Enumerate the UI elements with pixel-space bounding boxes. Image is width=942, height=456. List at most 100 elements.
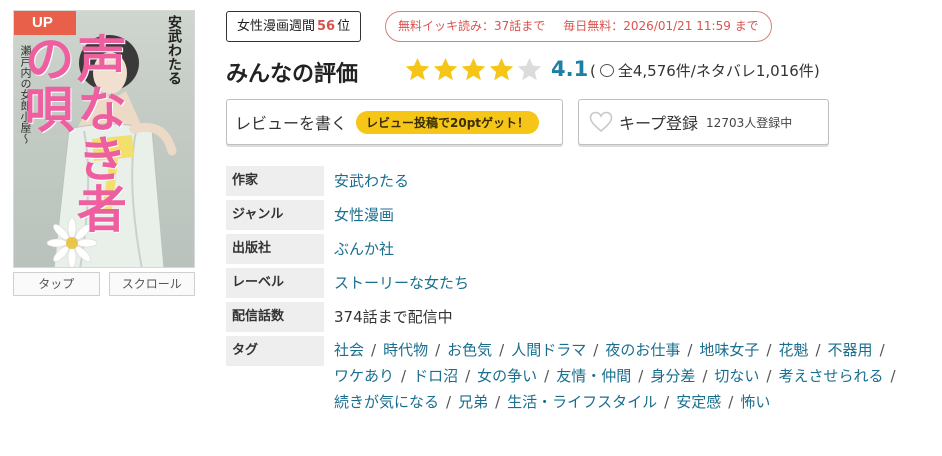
tag-item: 怖い [740, 389, 770, 415]
keep-button[interactable]: キープ登録 12703人登録中 [578, 99, 829, 145]
binge-free-text: 無料イッキ読み：37話まで [398, 19, 546, 33]
tag-item: 不器用 / [828, 337, 892, 363]
star-filled-icon [433, 58, 458, 81]
publisher-row: 出版社 ぶんか社 [226, 234, 926, 264]
tag-item: 地味女子 / [699, 337, 778, 363]
tag-separator: / [766, 367, 772, 385]
review-count-link[interactable]: ( 全4,576件/ネタバレ1,016件 ) [590, 60, 820, 81]
write-review-button[interactable]: レビューを書く レビュー投稿で20ptゲット！ [226, 99, 563, 145]
tag-link[interactable]: ワケあり [334, 367, 394, 385]
tag-item: 切ない / [714, 363, 778, 389]
tag-separator: / [728, 393, 734, 411]
tag-separator: / [499, 341, 505, 359]
tag-item: 社会 / [334, 337, 383, 363]
tag-link[interactable]: 時代物 [383, 341, 428, 359]
tag-separator: / [766, 341, 772, 359]
tag-item: 友情・仲間 / [556, 363, 650, 389]
episodes-row: 配信話数 374話まで配信中 [226, 302, 926, 332]
cover-author: 安武わたる [166, 15, 182, 85]
keep-label: キープ登録 [619, 114, 699, 133]
comic-info-table: 作家 安武わたる ジャンル 女性漫画 出版社 ぶんか社 レーベル ストーリーな女… [226, 166, 926, 419]
label-label: レーベル [226, 268, 324, 298]
tag-item: 生活・ライフスタイル / [507, 389, 676, 415]
ranking-label: 女性漫画週間 [237, 19, 316, 34]
star-filled-icon [489, 58, 514, 81]
episodes-label: 配信話数 [226, 302, 324, 332]
tag-separator: / [687, 341, 693, 359]
ranking-badge[interactable]: 女性漫画週間 56 位 [226, 11, 362, 42]
tag-item: ワケあり / [334, 363, 413, 389]
tag-separator: / [593, 341, 599, 359]
publisher-link[interactable]: ぶんか社 [334, 234, 394, 264]
tag-link[interactable]: お色気 [447, 341, 492, 359]
tag-item: 続きが気になる / [334, 389, 458, 415]
tag-link[interactable]: 怖い [740, 393, 770, 411]
keep-count: 12703人登録中 [706, 115, 793, 130]
tag-link[interactable]: ドロ沼 [413, 367, 458, 385]
tag-link[interactable]: 地味女子 [699, 341, 759, 359]
tag-link[interactable]: 社会 [334, 341, 364, 359]
tag-link[interactable]: 不器用 [828, 341, 873, 359]
tag-link[interactable]: 考えさせられる [778, 367, 883, 385]
scroll-mode-button[interactable]: スクロール [108, 272, 195, 296]
episodes-value: 374話まで配信中 [334, 308, 453, 326]
star-empty-icon [517, 58, 542, 81]
publisher-label: 出版社 [226, 234, 324, 264]
tag-item: 人間ドラマ / [511, 337, 605, 363]
speech-bubble-icon [599, 64, 614, 77]
author-label: 作家 [226, 166, 324, 196]
rating-score: 4.1 [551, 57, 589, 81]
tag-separator: / [544, 367, 550, 385]
author-row: 作家 安武わたる [226, 166, 926, 196]
tag-separator: / [371, 341, 377, 359]
tag-link[interactable]: 花魁 [778, 341, 808, 359]
tag-item: 考えさせられる / [778, 363, 902, 389]
tag-separator: / [465, 367, 471, 385]
up-badge: UP [14, 11, 76, 35]
tag-item: 兄弟 / [458, 389, 507, 415]
tag-link[interactable]: 切ない [714, 367, 759, 385]
tag-link[interactable]: 人間ドラマ [511, 341, 586, 359]
comic-cover[interactable]: UP 瀬戸内の女郎小屋〜 声なき者の唄 安武わたる [13, 10, 195, 268]
tag-item: お色気 / [447, 337, 511, 363]
write-review-label: レビューを書く [235, 114, 348, 133]
ranking-unit: 位 [337, 19, 351, 34]
tag-list: 社会 / 時代物 / お色気 / 人間ドラマ / 夜のお仕事 / 地味女子 / 花魁 / 不器用 / ワケあり /… [334, 336, 924, 415]
tag-item: 時代物 / [383, 337, 447, 363]
review-count-text: 全4,576件/ネタバレ1,016件 [617, 62, 814, 80]
tag-link[interactable]: 女の争い [477, 367, 537, 385]
tag-item: ドロ沼 / [413, 363, 477, 389]
tags-label: タグ [226, 336, 324, 366]
tag-link[interactable]: 友情・仲間 [556, 367, 631, 385]
free-reading-info: 無料イッキ読み：37話まで 毎日無料：2026/01/21 11:59 まで [385, 11, 772, 42]
tag-separator: / [879, 341, 885, 359]
genre-label: ジャンル [226, 200, 324, 230]
tag-link[interactable]: 兄弟 [458, 393, 488, 411]
ranking-number: 56 [317, 19, 336, 34]
tags-row: タグ 社会 / 時代物 / お色気 / 人間ドラマ / 夜のお仕事 / 地味女子 / 花魁 / 不器用 / ワケ… [226, 336, 926, 415]
tag-link[interactable]: 生活・ライフスタイル [507, 393, 657, 411]
author-link[interactable]: 安武わたる [334, 166, 409, 196]
tag-separator: / [815, 341, 821, 359]
tag-separator: / [890, 367, 896, 385]
label-link[interactable]: ストーリーな女たち [334, 268, 469, 298]
tag-item: 花魁 / [778, 337, 827, 363]
heart-icon [589, 111, 613, 133]
tag-item: 安定感 / [676, 389, 740, 415]
tag-link[interactable]: 続きが気になる [334, 393, 439, 411]
tap-mode-button[interactable]: タップ [13, 272, 100, 296]
tag-separator: / [664, 393, 670, 411]
tag-link[interactable]: 身分差 [650, 367, 695, 385]
daily-free-text: 毎日無料：2026/01/21 11:59 まで [563, 19, 759, 33]
star-filled-icon [461, 58, 486, 81]
tag-separator: / [446, 393, 452, 411]
star-filled-icon [405, 58, 430, 81]
tag-link[interactable]: 安定感 [676, 393, 721, 411]
tag-link[interactable]: 夜のお仕事 [605, 341, 680, 359]
genre-link[interactable]: 女性漫画 [334, 200, 394, 230]
tag-separator: / [638, 367, 644, 385]
open-paren: ( [590, 61, 596, 80]
label-row: レーベル ストーリーな女たち [226, 268, 926, 298]
rating-stars [404, 56, 543, 83]
read-mode-tabs: タップ スクロール [13, 272, 195, 296]
